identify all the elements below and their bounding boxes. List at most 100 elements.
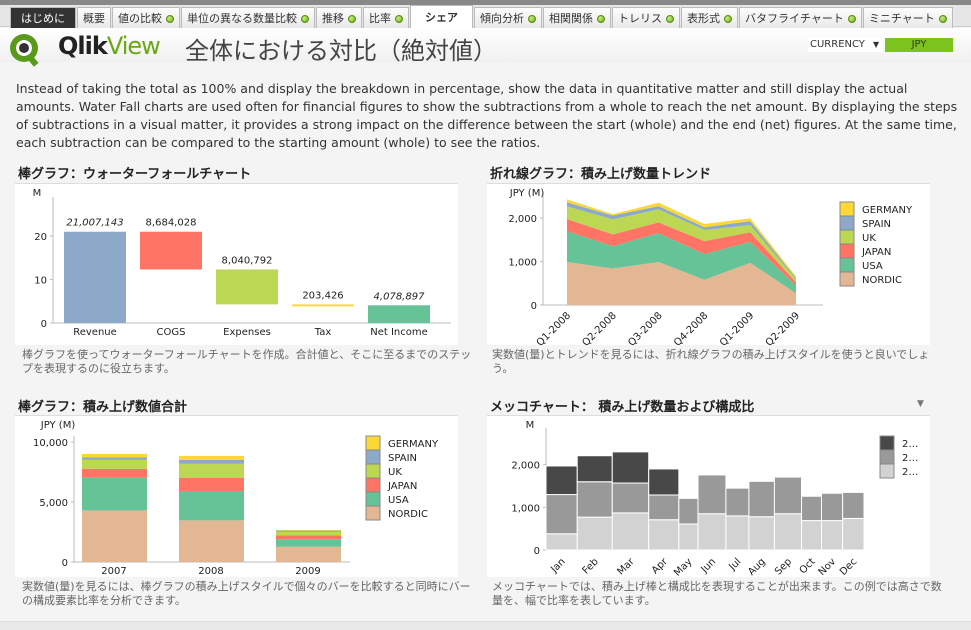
status-dot-icon — [938, 14, 947, 23]
bar-segment-uk — [276, 531, 341, 536]
mekko-segment — [648, 468, 680, 496]
mekko-segment — [773, 476, 803, 515]
bar-segment-usa — [82, 477, 147, 511]
stacked-bar-chart[interactable]: 0 5,000 10,000 JPY (M) 2007 2008 2009 GERMANY SP… — [15, 415, 458, 577]
legend-label: SPAIN — [388, 453, 417, 464]
legend-swatch — [839, 257, 855, 273]
bar-segment-japan — [82, 468, 147, 478]
mekko-segment — [545, 533, 578, 551]
legend-label: GERMANY — [388, 439, 439, 450]
currency-selected-value[interactable]: JPY — [885, 38, 953, 52]
waterfall-bar — [64, 231, 126, 323]
y-tick-label: 10 — [34, 276, 47, 287]
mekko-segment — [821, 492, 844, 522]
page-title: 全体における対比（絶対値） — [185, 37, 497, 65]
y-tick-label: 0 — [534, 546, 540, 557]
area-chart[interactable]: 0 1,000 2,000 JPY (M) Q1-2008 Q2-2008 Q3-2008 Q… — [487, 183, 930, 349]
data-label: 8,040,792 — [222, 255, 273, 266]
waterfall-chart[interactable]: 0 10 20 M 21,007,143 Revenue 8,684,028 COGS 8,04… — [15, 183, 458, 345]
tab-1[interactable]: 概要 — [77, 7, 111, 29]
mekko-segment — [725, 487, 750, 517]
tab-9[interactable]: トレリス — [612, 7, 680, 29]
x-tick-label: COGS — [157, 327, 186, 338]
x-tick-label: Apr — [650, 556, 671, 577]
mekko-segment — [725, 515, 750, 551]
bar-segment-uk — [179, 463, 244, 478]
legend-swatch — [365, 477, 381, 493]
mekko-segment — [576, 516, 613, 551]
mekko-segment — [842, 517, 865, 551]
mekko-segment — [648, 519, 680, 551]
legend-swatch — [879, 463, 895, 479]
tab-label: トレリス — [618, 11, 662, 25]
mekko-segment — [842, 491, 865, 519]
tab-label: 比率 — [369, 11, 391, 25]
bar-segment-usa — [179, 490, 244, 521]
legend-label: USA — [862, 261, 883, 272]
tab-3[interactable]: 単位の異なる数量比較 — [181, 7, 315, 29]
legend-label: USA — [388, 495, 409, 506]
mekko-segment — [821, 520, 844, 551]
y-tick-label: 10,000 — [33, 438, 68, 449]
tab-10[interactable]: 表形式 — [681, 7, 738, 29]
waterfall-bar — [216, 269, 278, 305]
tab-12[interactable]: ミニチャート — [862, 7, 953, 29]
mekko-segment — [545, 494, 578, 535]
legend-label: SPAIN — [862, 219, 891, 230]
legend-swatch — [879, 449, 895, 465]
tab-2[interactable]: 値の比較 — [112, 7, 180, 29]
legend-swatch — [839, 215, 855, 231]
tab-label: 表形式 — [687, 11, 720, 25]
legend-label: 2… — [902, 467, 918, 478]
tab-label: バタフライチャート — [745, 11, 844, 25]
y-axis-label: JPY (M) — [509, 188, 545, 199]
x-tick-label: Q1-2009 — [718, 310, 756, 346]
legend-label: GERMANY — [862, 205, 913, 216]
tab-7[interactable]: 傾向分析 — [474, 7, 542, 29]
tab-6[interactable]: シェア — [410, 5, 473, 29]
mekko-segment — [697, 474, 727, 515]
bar-segment-germany — [179, 455, 244, 460]
tab-5[interactable]: 比率 — [363, 7, 409, 29]
tab-label: はじめに — [21, 11, 65, 25]
chart-menu-arrow-icon[interactable]: ▼ — [917, 399, 924, 409]
status-dot-icon — [348, 14, 356, 23]
currency-dropdown[interactable]: CURRENCY — [808, 38, 883, 52]
x-tick-label: Q1-2008 — [535, 310, 573, 346]
bar-segment-germany — [82, 453, 147, 458]
x-tick-label: Jul — [727, 556, 744, 573]
data-label: 203,426 — [302, 290, 343, 301]
mekko-segment — [611, 451, 650, 484]
qlikview-logo-icon — [10, 34, 39, 67]
tab-4[interactable]: 推移 — [316, 7, 362, 29]
x-tick-label: Jun — [699, 556, 719, 576]
x-tick-label: Sep — [773, 556, 794, 577]
mekko-segment — [748, 480, 775, 518]
x-tick-label: 2009 — [295, 566, 320, 577]
y-tick-label: 0 — [62, 558, 68, 569]
data-label: 21,007,143 — [66, 218, 123, 229]
waterfall-caption: 棒グラフを使ってウォーターフォールチャートを作成。合計値と、そこに至るまでのステ… — [22, 348, 472, 375]
y-tick-label: 2,000 — [511, 461, 540, 472]
mekko-segment — [697, 513, 727, 551]
dropdown-arrow-icon[interactable]: ▼ — [873, 38, 879, 52]
stacked-caption: 実数値(量)を見るには、棒グラフの積み上げスタイルで個々のバーを比較すると同時に… — [22, 580, 471, 607]
mekko-segment — [773, 513, 803, 551]
x-tick-label: Revenue — [73, 327, 117, 338]
y-tick-label: 0 — [531, 301, 537, 312]
stacked-title: 棒グラフ：積み上げ数値合計 — [18, 400, 188, 415]
x-tick-label: Q2-2009 — [764, 310, 802, 346]
status-dot-icon — [528, 14, 536, 23]
x-tick-label: 2008 — [198, 566, 223, 577]
waterfall-bar — [368, 305, 430, 323]
legend-label: NORDIC — [388, 509, 428, 520]
x-tick-label: Feb — [581, 556, 601, 576]
bar-segment-japan — [276, 535, 341, 540]
x-tick-label: 2007 — [101, 566, 126, 577]
x-tick-label: Jan — [548, 556, 567, 575]
mekko-chart[interactable]: 0 1,000 2,000 M Jan Feb Mar Apr May Jun Jul Aug Sep O… — [487, 415, 930, 579]
tab-0[interactable]: はじめに — [10, 7, 76, 29]
tab-11[interactable]: バタフライチャート — [739, 7, 862, 29]
tab-8[interactable]: 相関関係 — [543, 7, 611, 29]
legend-swatch — [879, 435, 895, 451]
